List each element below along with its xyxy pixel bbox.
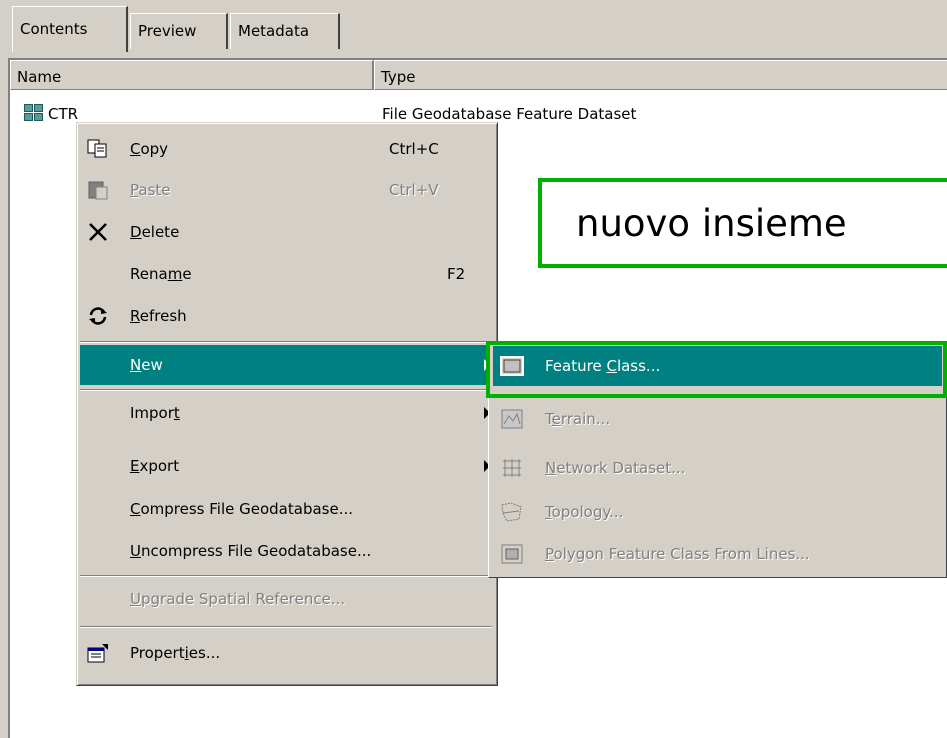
- menu-item-label: Uncompress File Geodatabase...: [130, 542, 372, 560]
- menu-item-label: Paste: [130, 181, 171, 199]
- list-item[interactable]: CTR: [24, 103, 78, 125]
- copy-icon: [86, 137, 110, 161]
- menu-item-uncompress[interactable]: Uncompress File Geodatabase...: [80, 531, 494, 571]
- column-type-label: Type: [381, 68, 416, 86]
- polygon-from-lines-icon: [499, 543, 525, 565]
- menu-item-label: Import: [130, 404, 180, 422]
- menu-shortcut: Ctrl+C: [389, 140, 439, 158]
- topology-icon: [499, 501, 525, 523]
- tab-metadata[interactable]: Metadata: [230, 13, 340, 49]
- menu-item-delete[interactable]: Delete: [80, 212, 494, 252]
- menu-item-label: Upgrade Spatial Reference...: [130, 590, 346, 608]
- menu-item-label: Export: [130, 457, 180, 475]
- submenu-item-label: Topology...: [545, 503, 624, 521]
- menu-shortcut: Ctrl+V: [389, 181, 439, 199]
- context-menu: Copy Ctrl+C Paste Ctrl+V Delete Rename F…: [76, 122, 498, 686]
- menu-item-properties[interactable]: Properties...: [80, 633, 494, 673]
- menu-item-paste[interactable]: Paste Ctrl+V: [80, 170, 494, 210]
- column-name-label: Name: [17, 68, 62, 86]
- delete-icon: [86, 220, 110, 244]
- list-header: Name Type: [10, 60, 947, 90]
- menu-item-refresh[interactable]: Refresh: [80, 296, 494, 336]
- column-header-name[interactable]: Name: [10, 60, 374, 90]
- paste-icon: [86, 178, 110, 202]
- menu-item-rename[interactable]: Rename F2: [80, 254, 494, 294]
- refresh-icon: [86, 304, 110, 328]
- menu-item-new[interactable]: New: [80, 345, 494, 385]
- submenu-item-topology[interactable]: Topology...: [493, 492, 942, 532]
- catalog-window: Contents Preview Metadata Name Type CTR …: [0, 0, 947, 738]
- annotation-callout: nuovo insieme: [538, 178, 947, 268]
- item-name: CTR: [48, 105, 79, 123]
- menu-item-label: Refresh: [130, 307, 187, 325]
- submenu-item-label: Network Dataset...: [545, 459, 686, 477]
- submenu-item-label: Feature Class...: [545, 357, 661, 375]
- column-header-type[interactable]: Type: [374, 60, 947, 90]
- menu-item-label: New: [130, 356, 163, 374]
- menu-separator: [80, 341, 492, 343]
- menu-item-label: Compress File Geodatabase...: [130, 500, 354, 518]
- menu-separator: [80, 575, 492, 577]
- menu-shortcut: F2: [447, 265, 466, 283]
- submenu-item-feature-class[interactable]: Feature Class...: [493, 346, 942, 386]
- tab-strip: Contents Preview Metadata: [8, 0, 947, 60]
- menu-item-export[interactable]: Export: [80, 446, 494, 486]
- tab-contents[interactable]: Contents: [12, 6, 128, 52]
- menu-item-upgrade-spatial-reference[interactable]: Upgrade Spatial Reference...: [80, 579, 494, 619]
- properties-icon: [86, 641, 110, 665]
- menu-item-label: Delete: [130, 223, 180, 241]
- menu-item-compress[interactable]: Compress File Geodatabase...: [80, 489, 494, 529]
- network-dataset-icon: [499, 457, 525, 479]
- terrain-icon: [499, 408, 525, 430]
- submenu-item-network-dataset[interactable]: Network Dataset...: [493, 448, 942, 488]
- menu-item-import[interactable]: Import: [80, 393, 494, 433]
- submenu-item-polygon-from-lines[interactable]: Polygon Feature Class From Lines...: [493, 534, 942, 574]
- feature-class-icon: [499, 355, 525, 377]
- menu-separator: [80, 626, 492, 628]
- submenu-item-label: Terrain...: [545, 410, 611, 428]
- menu-item-label: Copy: [130, 140, 169, 158]
- item-type: File Geodatabase Feature Dataset: [382, 105, 637, 123]
- menu-item-label: Properties...: [130, 644, 221, 662]
- menu-separator: [80, 389, 492, 391]
- menu-item-label: Rename: [130, 265, 192, 283]
- menu-item-copy[interactable]: Copy Ctrl+C: [80, 129, 494, 169]
- feature-dataset-icon: [24, 104, 46, 124]
- new-submenu: Feature Class... Terrain... Network Data…: [488, 342, 947, 578]
- submenu-item-terrain[interactable]: Terrain...: [493, 399, 942, 439]
- tab-preview[interactable]: Preview: [130, 13, 228, 49]
- submenu-item-label: Polygon Feature Class From Lines...: [545, 545, 810, 563]
